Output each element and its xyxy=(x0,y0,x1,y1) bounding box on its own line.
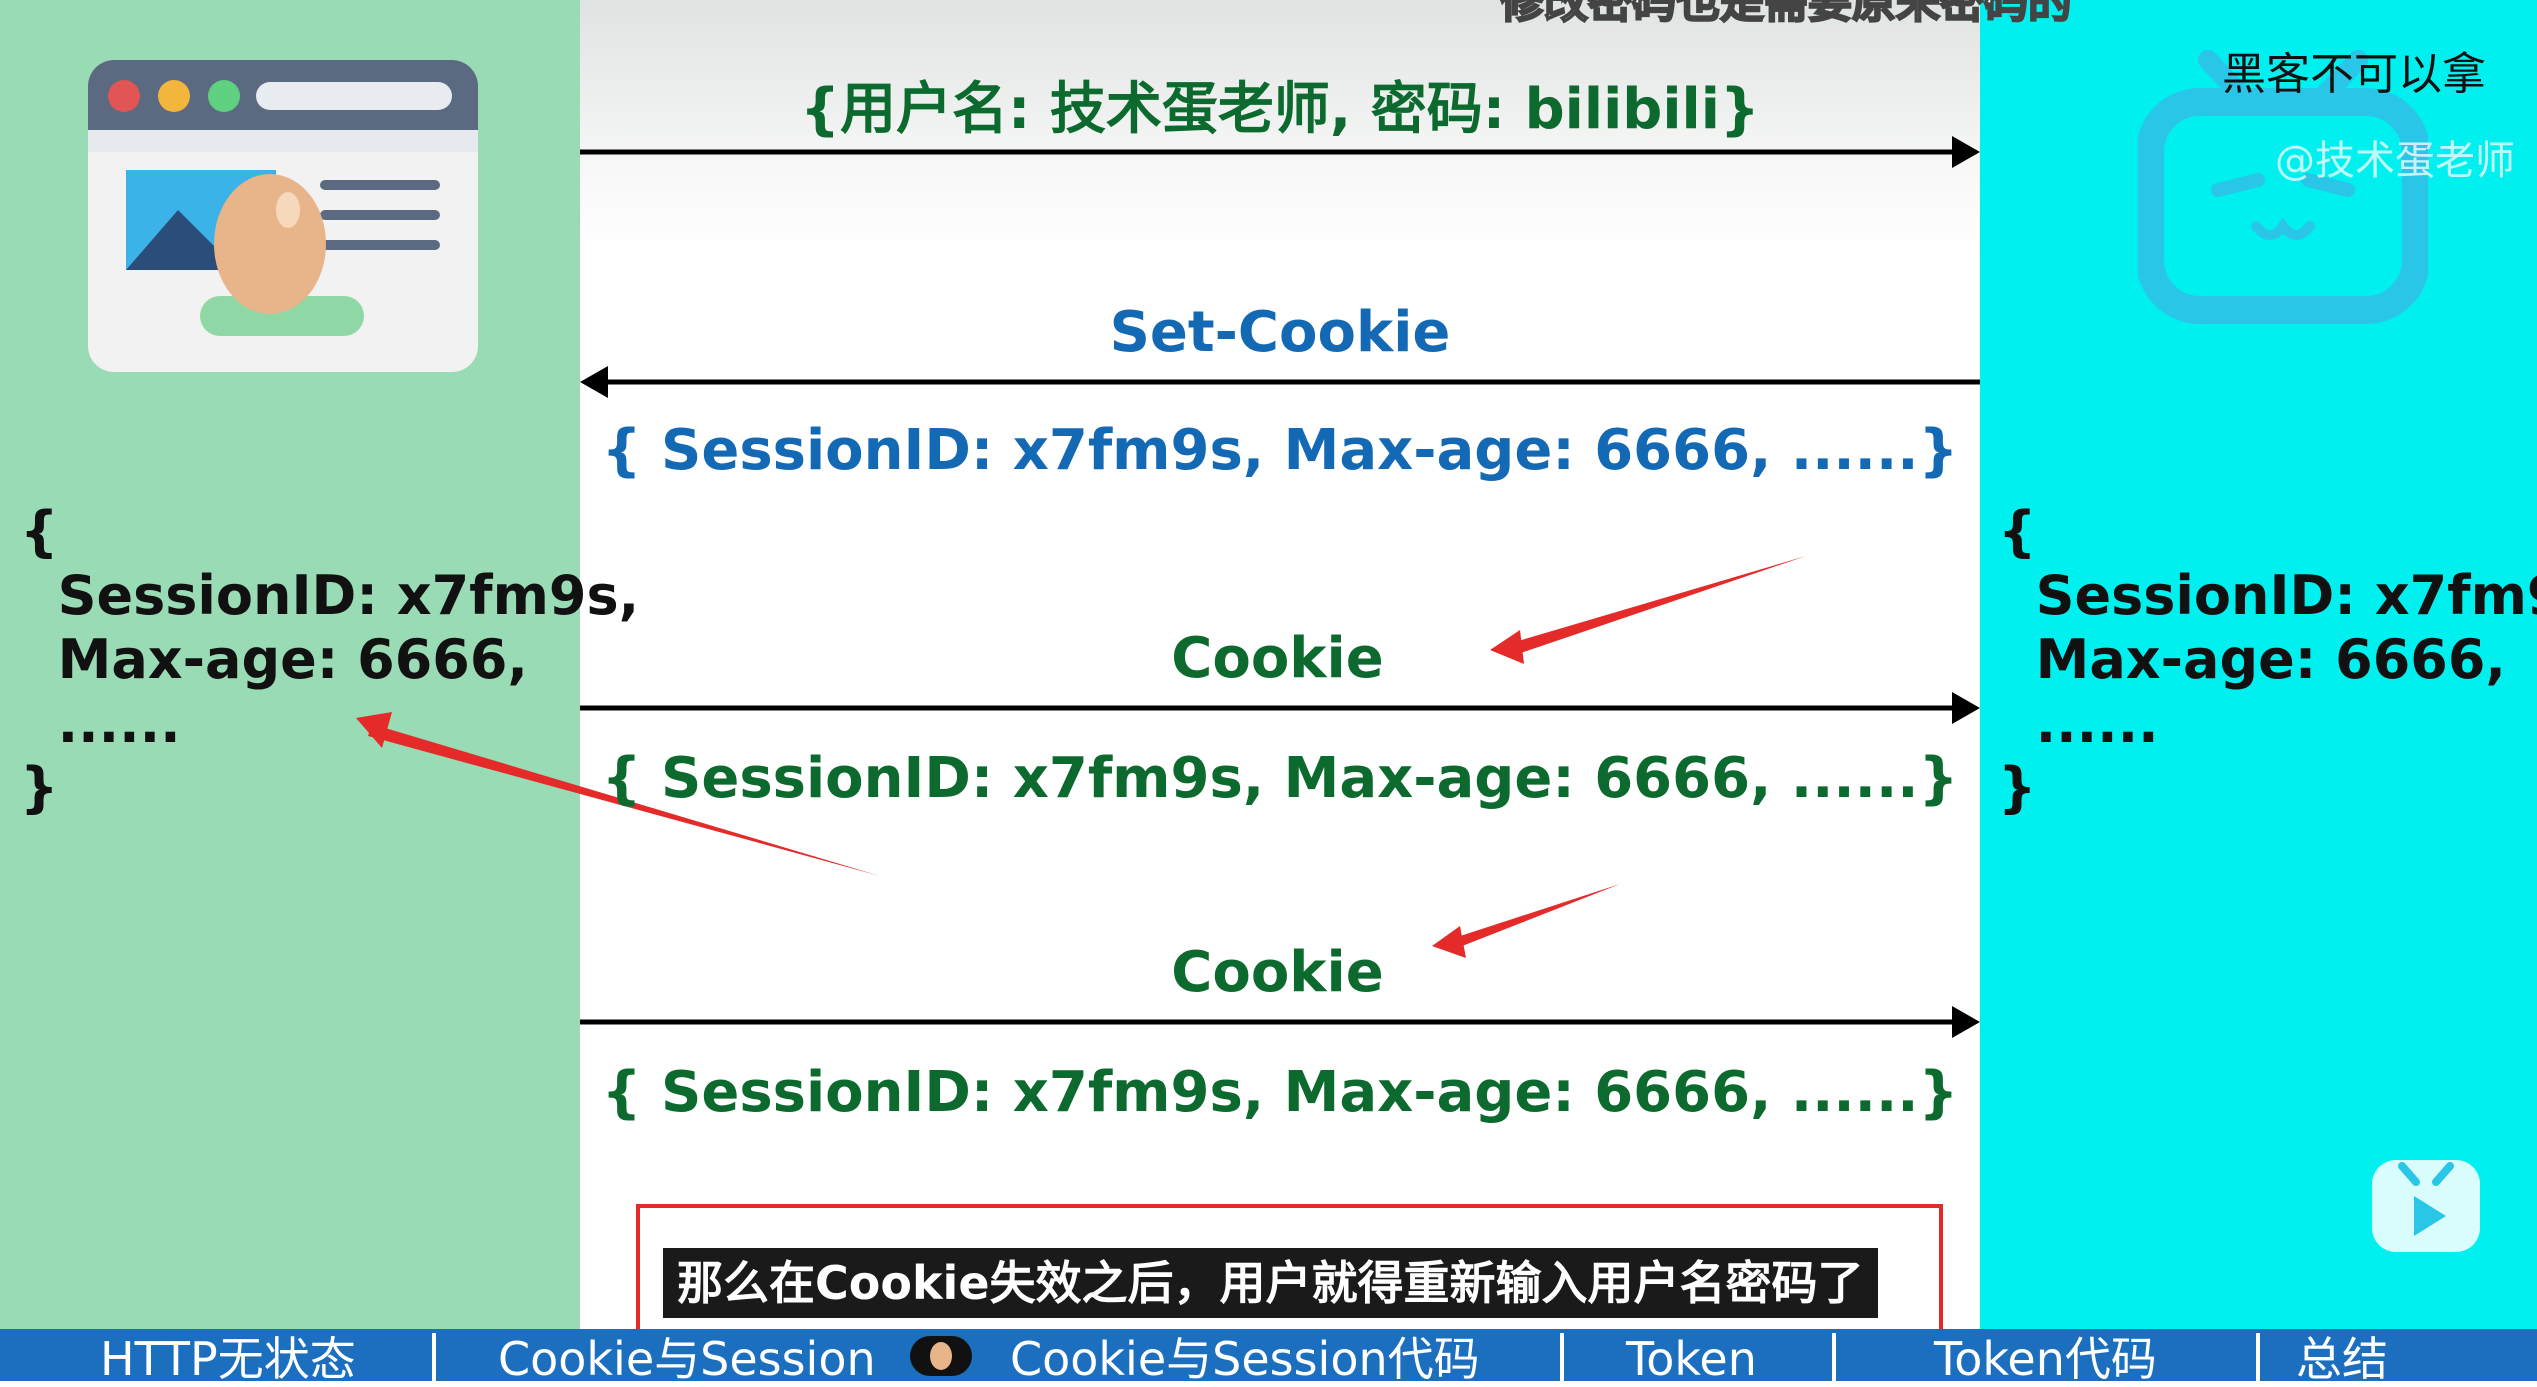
cookie-arrow-1 xyxy=(580,692,1980,724)
cookie-value-2: { SessionID: x7fm9s, Max-age: 6666, ....… xyxy=(601,1060,1959,1125)
watermark: @技术蛋老师 xyxy=(2275,138,2515,184)
cookie-label-2: Cookie xyxy=(1171,940,1384,1005)
set-cookie-arrow xyxy=(580,366,1980,398)
chapter-summary[interactable]: 总结 xyxy=(2296,1331,2388,1386)
play-icon[interactable] xyxy=(2372,1160,2480,1252)
login-message: {用户名: 技术蛋老师, 密码: bilibili} xyxy=(800,77,1760,142)
chapter-divider xyxy=(1560,1333,1564,1381)
cookie-arrow-2 xyxy=(580,1006,1980,1038)
cookie-value-1: { SessionID: x7fm9s, Max-age: 6666, ....… xyxy=(601,746,1959,811)
cookie-label-1: Cookie xyxy=(1171,626,1384,691)
client-session-store: { SessionID: x7fm9s, Max-age: 6666, ....… xyxy=(20,500,640,819)
set-cookie-value: { SessionID: x7fm9s, Max-age: 6666, ....… xyxy=(601,418,1959,483)
side-caption: 黑客不可以拿 xyxy=(2222,49,2486,100)
chapter-divider xyxy=(432,1333,436,1381)
server-session-store: { SessionID: x7fm9s, Max-age: 6666, ....… xyxy=(1998,500,2537,819)
playhead-icon[interactable] xyxy=(910,1336,972,1376)
chapter-http-stateless[interactable]: HTTP无状态 xyxy=(100,1331,356,1386)
chapter-token-code[interactable]: Token代码 xyxy=(1934,1331,2157,1386)
chapter-divider xyxy=(1832,1333,1836,1381)
chapter-token[interactable]: Token xyxy=(1626,1331,1757,1386)
chapter-cookie-session-code[interactable]: Cookie与Session代码 xyxy=(1010,1331,1480,1386)
chapter-cookie-session[interactable]: Cookie与Session xyxy=(498,1331,876,1386)
top-caption: 修改密码也是需要原来密码的 xyxy=(1499,0,2073,29)
video-subtitle: 那么在Cookie失效之后，用户就得重新输入用户名密码了 xyxy=(663,1248,1878,1318)
set-cookie-label: Set-Cookie xyxy=(1109,300,1451,365)
chapter-divider xyxy=(2256,1333,2260,1381)
